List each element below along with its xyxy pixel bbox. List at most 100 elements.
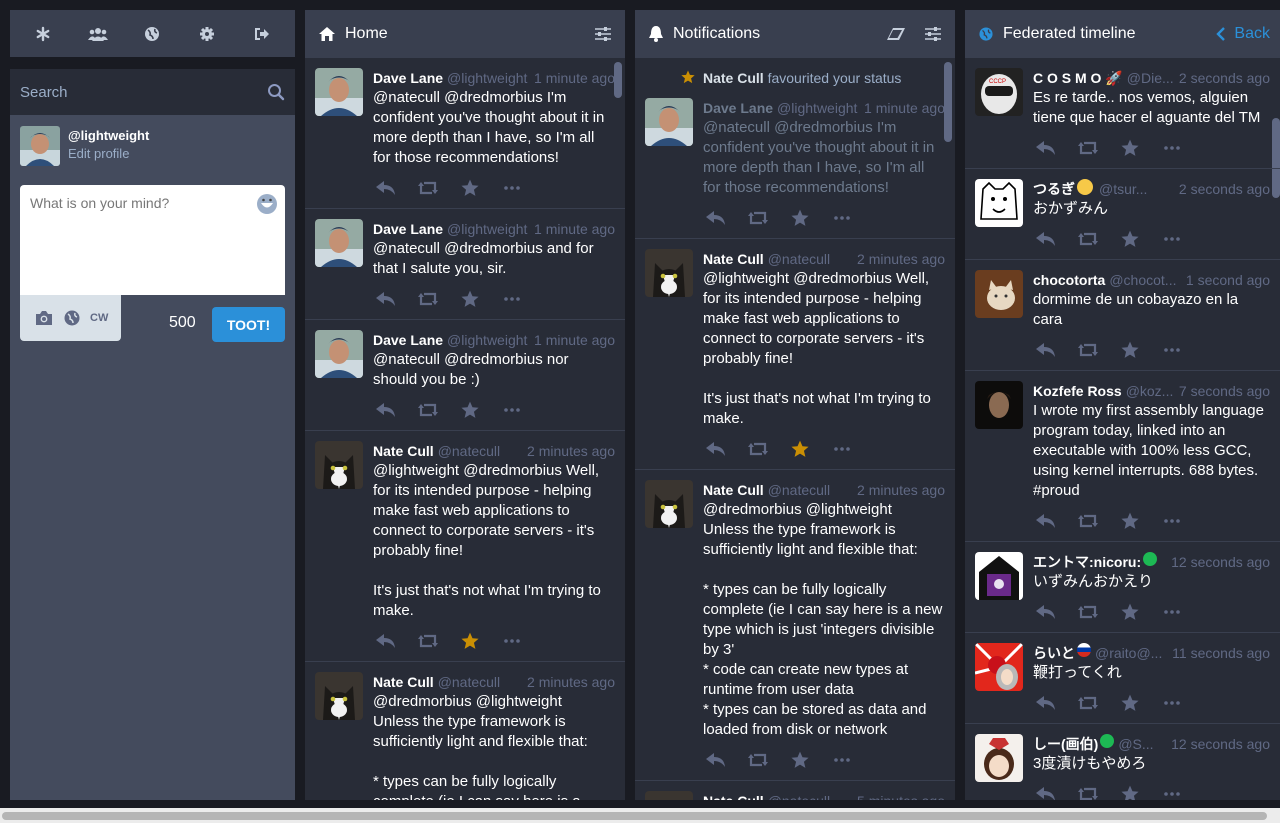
reply-icon[interactable] xyxy=(375,288,397,310)
camera-icon[interactable] xyxy=(34,310,54,326)
avatar[interactable]: CCCP xyxy=(975,68,1023,116)
timestamp[interactable]: 2 minutes ago xyxy=(527,672,615,692)
account-handle[interactable]: @chocot... xyxy=(1109,270,1182,290)
display-name[interactable]: Dave Lane xyxy=(703,98,773,118)
account-handle[interactable]: @natecull xyxy=(438,672,523,692)
account-handle[interactable]: @lightweight xyxy=(447,330,530,350)
boost-icon[interactable] xyxy=(1077,339,1099,361)
status[interactable]: Dave Lane @lightweight 1 minute ago @natecu… xyxy=(305,320,625,431)
favourite-icon[interactable] xyxy=(459,288,481,310)
favourite-icon[interactable] xyxy=(789,438,811,460)
account-handle[interactable]: @natecull xyxy=(768,249,853,269)
reply-icon[interactable] xyxy=(1035,137,1057,159)
gear-icon[interactable] xyxy=(192,19,222,49)
boost-icon[interactable] xyxy=(747,749,769,771)
timestamp[interactable]: 7 seconds ago xyxy=(1179,381,1270,401)
boost-icon[interactable] xyxy=(747,438,769,460)
favourite-icon[interactable] xyxy=(1119,339,1141,361)
boost-icon[interactable] xyxy=(1077,228,1099,250)
logout-icon[interactable] xyxy=(247,19,277,49)
boost-icon[interactable] xyxy=(1077,783,1099,800)
display-name[interactable]: Nate Cull xyxy=(703,249,764,269)
account-handle[interactable]: @S... xyxy=(1118,734,1167,754)
display-name[interactable]: Nate Cull xyxy=(373,672,434,692)
timestamp[interactable]: 2 minutes ago xyxy=(857,249,945,269)
avatar[interactable] xyxy=(315,219,363,267)
account-handle[interactable]: @natecull xyxy=(438,441,523,461)
more-icon[interactable] xyxy=(1161,228,1183,250)
scrollbar-thumb[interactable] xyxy=(2,812,1267,820)
timestamp[interactable]: 1 minute ago xyxy=(534,219,615,239)
reply-icon[interactable] xyxy=(1035,339,1057,361)
avatar[interactable] xyxy=(975,734,1023,782)
status[interactable]: Nate Cull @natecull 2 minutes ago @dredmorb… xyxy=(635,470,955,781)
column-header[interactable]: Federated timeline Back xyxy=(965,10,1280,58)
display-name[interactable]: エントマ:nicoru: xyxy=(1033,552,1141,572)
more-icon[interactable] xyxy=(1161,510,1183,532)
favourite-icon[interactable] xyxy=(459,630,481,652)
status[interactable]: Nate Cull @natecull 2 minutes ago @lightwei… xyxy=(635,239,955,470)
timestamp[interactable]: 1 minute ago xyxy=(864,98,945,118)
more-icon[interactable] xyxy=(831,438,853,460)
globe-icon[interactable] xyxy=(137,19,167,49)
status[interactable]: Dave Lane @lightweight 1 minute ago @natecu… xyxy=(635,88,955,239)
display-name[interactable]: らいと xyxy=(1033,643,1075,663)
asterisk-icon[interactable] xyxy=(28,19,58,49)
reply-icon[interactable] xyxy=(1035,692,1057,714)
more-icon[interactable] xyxy=(501,177,523,199)
reply-icon[interactable] xyxy=(705,207,727,229)
avatar[interactable] xyxy=(645,98,693,146)
reply-icon[interactable] xyxy=(1035,783,1057,800)
account-handle[interactable]: @koz... xyxy=(1126,381,1175,401)
column-header[interactable]: Notifications xyxy=(635,10,955,58)
timestamp[interactable]: 5 minutes ago xyxy=(857,791,945,800)
timestamp[interactable]: 12 seconds ago xyxy=(1171,552,1270,572)
account-handle[interactable]: @Die... xyxy=(1127,68,1175,88)
favourite-icon[interactable] xyxy=(1119,692,1141,714)
boost-icon[interactable] xyxy=(1077,692,1099,714)
globe-icon[interactable] xyxy=(64,310,80,326)
status[interactable]: つるぎ @tsur... 2 seconds ago おかずみん xyxy=(965,169,1280,260)
display-name[interactable]: chocotorta xyxy=(1033,270,1105,290)
more-icon[interactable] xyxy=(1161,601,1183,623)
reply-icon[interactable] xyxy=(375,177,397,199)
account-handle[interactable]: @lightweight xyxy=(447,219,530,239)
reply-icon[interactable] xyxy=(1035,510,1057,532)
more-icon[interactable] xyxy=(1161,783,1183,800)
more-icon[interactable] xyxy=(501,399,523,421)
boost-icon[interactable] xyxy=(747,207,769,229)
timestamp[interactable]: 11 seconds ago xyxy=(1172,643,1270,663)
timestamp[interactable]: 12 seconds ago xyxy=(1171,734,1270,754)
status[interactable]: chocotorta @chocot... 1 second ago dormime … xyxy=(965,260,1280,371)
boost-icon[interactable] xyxy=(1077,510,1099,532)
status[interactable]: Dave Lane @lightweight 1 minute ago @natecu… xyxy=(305,58,625,209)
status[interactable]: しー(画伯) @S... 12 seconds ago 3度漬けもやめろ xyxy=(965,724,1280,800)
boost-icon[interactable] xyxy=(1077,601,1099,623)
display-name[interactable]: Nate Cull xyxy=(703,480,764,500)
reply-icon[interactable] xyxy=(375,399,397,421)
compose-textarea[interactable]: What is on your mind? xyxy=(20,185,285,295)
boost-icon[interactable] xyxy=(417,288,439,310)
more-icon[interactable] xyxy=(1161,137,1183,159)
favourite-icon[interactable] xyxy=(789,749,811,771)
reply-icon[interactable] xyxy=(375,630,397,652)
edit-profile-link[interactable]: Edit profile xyxy=(68,146,149,161)
boost-icon[interactable] xyxy=(417,399,439,421)
display-name[interactable]: Kozfefe Ross xyxy=(1033,381,1122,401)
avatar[interactable] xyxy=(975,270,1023,318)
display-name[interactable]: しー(画伯) xyxy=(1033,734,1098,754)
avatar[interactable] xyxy=(315,330,363,378)
reply-icon[interactable] xyxy=(705,438,727,460)
more-icon[interactable] xyxy=(831,749,853,771)
display-name[interactable]: Dave Lane xyxy=(373,219,443,239)
profile-handle[interactable]: @lightweight xyxy=(68,128,149,143)
avatar[interactable] xyxy=(315,68,363,116)
horizontal-scrollbar[interactable] xyxy=(0,808,1280,823)
toot-button[interactable]: TOOT! xyxy=(212,307,285,342)
favourite-icon[interactable] xyxy=(789,207,811,229)
status[interactable]: Nate Cull @natecull 2 minutes ago @dredmorb… xyxy=(305,662,625,800)
boost-icon[interactable] xyxy=(1077,137,1099,159)
avatar[interactable] xyxy=(975,179,1023,227)
display-name[interactable]: Dave Lane xyxy=(373,68,443,88)
account-handle[interactable]: @natecull xyxy=(768,480,853,500)
